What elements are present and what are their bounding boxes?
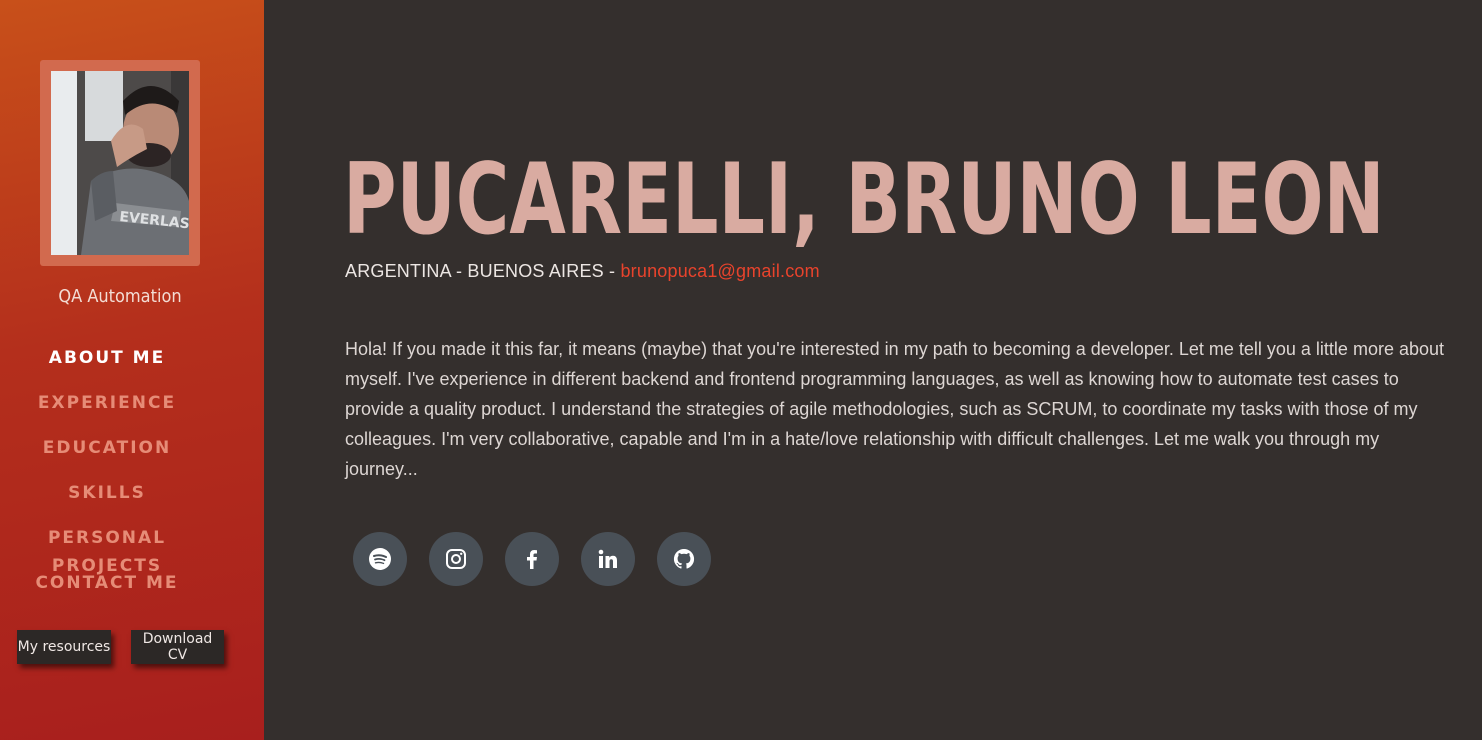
bio-paragraph: Hola! If you made it this far, it means … — [345, 339, 1445, 479]
my-resources-button[interactable]: My resources — [17, 630, 111, 664]
social-links — [353, 532, 711, 586]
sidebar-nav: ABOUT ME EXPERIENCE EDUCATION SKILLS PER… — [0, 344, 214, 614]
github-link[interactable] — [657, 532, 711, 586]
nav-item-contact-me[interactable]: CONTACT ME — [0, 569, 214, 614]
profile-photo: EVERLAST — [51, 71, 189, 255]
github-icon — [673, 548, 695, 569]
email-link[interactable]: brunopuca1@gmail.com — [620, 261, 819, 281]
linkedin-icon — [598, 549, 617, 568]
page-title: PUCARELLI, BRUNO LEON — [343, 143, 1385, 257]
download-cv-button[interactable]: Download CV — [131, 630, 224, 664]
nav-item-experience[interactable]: EXPERIENCE — [0, 389, 214, 434]
nav-item-education[interactable]: EDUCATION — [0, 434, 214, 479]
job-title: QA Automation — [58, 286, 182, 307]
location-line: ARGENTINA - BUENOS AIRES - brunopuca1@gm… — [345, 261, 820, 282]
facebook-link[interactable] — [505, 532, 559, 586]
nav-item-about-me[interactable]: ABOUT ME — [0, 344, 214, 389]
spotify-link[interactable] — [353, 532, 407, 586]
spotify-icon — [369, 548, 391, 570]
nav-item-personal-projects[interactable]: PERSONAL PROJECTS — [0, 524, 214, 576]
location-text: ARGENTINA - BUENOS AIRES - — [345, 261, 621, 281]
instagram-link[interactable] — [429, 532, 483, 586]
linkedin-link[interactable] — [581, 532, 635, 586]
nav-item-skills[interactable]: SKILLS — [0, 479, 214, 524]
facebook-icon — [527, 550, 537, 569]
profile-photo-frame: EVERLAST — [40, 60, 200, 266]
sidebar: EVERLAST QA Automation ABOUT ME EXPERIEN… — [0, 0, 264, 740]
instagram-icon — [446, 549, 466, 569]
